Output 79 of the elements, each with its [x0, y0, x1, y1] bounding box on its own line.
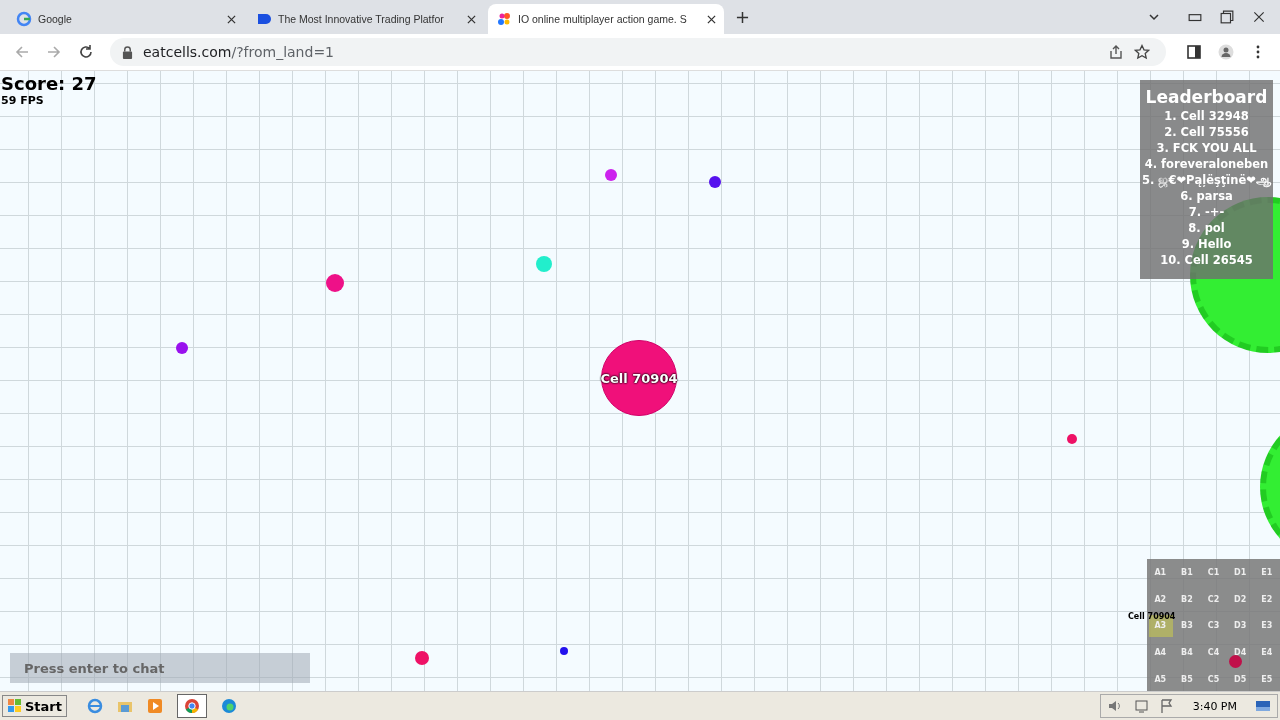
minimap-cell-label: A2: [1154, 594, 1167, 604]
side-panel-icon[interactable]: [1186, 44, 1202, 60]
minimap-cell-label: A4: [1154, 648, 1167, 658]
food-pellet: [176, 342, 188, 354]
player-cell: Cell 70904: [601, 340, 677, 416]
restore-icon[interactable]: [1220, 10, 1234, 24]
leaderboard-title: Leaderboard: [1145, 86, 1268, 108]
food-pellet: [326, 274, 344, 292]
browser-tab[interactable]: IO online multiplayer action game. S: [488, 4, 724, 34]
minimap-cell-label: B4: [1181, 648, 1193, 658]
minimap-cell-label: C3: [1207, 621, 1220, 631]
minimap-cell-label: E3: [1261, 621, 1273, 631]
lock-icon: [122, 45, 133, 59]
minimap-cell-label: E1: [1261, 567, 1273, 577]
minimap-cell-label: C4: [1207, 648, 1220, 658]
fps-text: 59 FPS: [1, 94, 44, 107]
food-pellet: [709, 176, 721, 188]
address-field[interactable]: eatcells.com/?from_land=1: [110, 38, 1166, 66]
close-icon[interactable]: [1252, 10, 1266, 24]
minimap-cell-label: C1: [1207, 567, 1220, 577]
leaderboard-entry: 10. Cell 26545: [1160, 252, 1253, 268]
star-icon[interactable]: [1134, 44, 1150, 60]
chrome-taskbar-button[interactable]: [177, 694, 207, 718]
minimap-cell-label: D1: [1234, 567, 1247, 577]
speaker-icon[interactable]: [1106, 698, 1123, 714]
leaderboard-entry: 4. foreveraloneben: [1144, 156, 1269, 172]
score-text: Score: 27: [1, 73, 97, 94]
leaderboard-entry: 5. ஜ€❤Pąļëşţïnë❤ஆ: [1142, 172, 1271, 188]
leaderboard-entry: 6. parsa: [1180, 188, 1233, 204]
close-icon[interactable]: [467, 14, 476, 24]
url-text: eatcells.com/?from_land=1: [143, 44, 334, 60]
minimap-cell-label: C5: [1207, 675, 1220, 685]
minimap-cell-label: A1: [1154, 567, 1167, 577]
leaderboard-entry: 3. FCK YOU ALL: [1156, 140, 1257, 156]
google-icon: [16, 11, 32, 27]
food-pellet: [560, 647, 568, 655]
minimap-cell-label: D5: [1234, 675, 1247, 685]
leaderboard-entry: 7. -+-: [1188, 204, 1225, 220]
minimap-cell-label: E5: [1261, 675, 1273, 685]
food-pellet: [605, 169, 617, 181]
edge-icon[interactable]: [221, 698, 237, 714]
profile-icon[interactable]: [1218, 44, 1234, 60]
chevron-down-icon[interactable]: [1148, 11, 1160, 23]
reload-icon[interactable]: [78, 44, 94, 60]
minimap-player-label: Cell 70904: [1128, 612, 1176, 621]
minimap-cell-label: B5: [1181, 675, 1193, 685]
minimap-cell-label: E4: [1261, 648, 1273, 658]
food-pellet: [1067, 434, 1077, 444]
minimap-cell-label: E2: [1261, 594, 1273, 604]
minimap-cell-label: B1: [1181, 567, 1193, 577]
share-icon[interactable]: [1108, 44, 1124, 60]
browser-tab[interactable]: Google: [8, 4, 244, 34]
food-pellet: [536, 256, 552, 272]
food-pellet: [415, 651, 429, 665]
leaderboard-entry: 2. Cell 75556: [1164, 124, 1249, 140]
minimap-cell-label: D3: [1234, 621, 1247, 631]
leaderboard-entry: 9. Hello: [1181, 236, 1232, 252]
chat-input[interactable]: Press enter to chat: [10, 653, 310, 683]
minimap-cell-label: B3: [1181, 621, 1193, 631]
chrome-icon: [184, 698, 200, 714]
leaderboard-entry: 8. pol: [1188, 220, 1225, 236]
minimap-cell-label: D4: [1234, 648, 1247, 658]
internet-explorer-icon[interactable]: [87, 698, 103, 714]
minimap-cell-dot: [1229, 655, 1242, 668]
show-desktop-icon[interactable]: [1255, 698, 1271, 714]
minimap-cell-label: A3: [1154, 621, 1167, 631]
minimap-cell-label: D2: [1234, 594, 1247, 604]
start-button[interactable]: Start: [2, 695, 67, 717]
minimap-cell-label: A5: [1154, 675, 1167, 685]
close-icon[interactable]: [707, 14, 716, 24]
browser-tab[interactable]: The Most Innovative Trading Platfor: [248, 4, 484, 34]
dots-icon: [496, 11, 512, 27]
leaderboard-entry: 1. Cell 32948: [1164, 108, 1249, 124]
windows-logo-icon: [7, 698, 23, 714]
clock-text: 3:40 PM: [1192, 699, 1237, 713]
minimap-cell-label: B2: [1181, 594, 1193, 604]
minimap-cell-label: C2: [1207, 594, 1220, 604]
close-icon[interactable]: [227, 14, 236, 24]
new-tab-icon[interactable]: [736, 10, 749, 24]
